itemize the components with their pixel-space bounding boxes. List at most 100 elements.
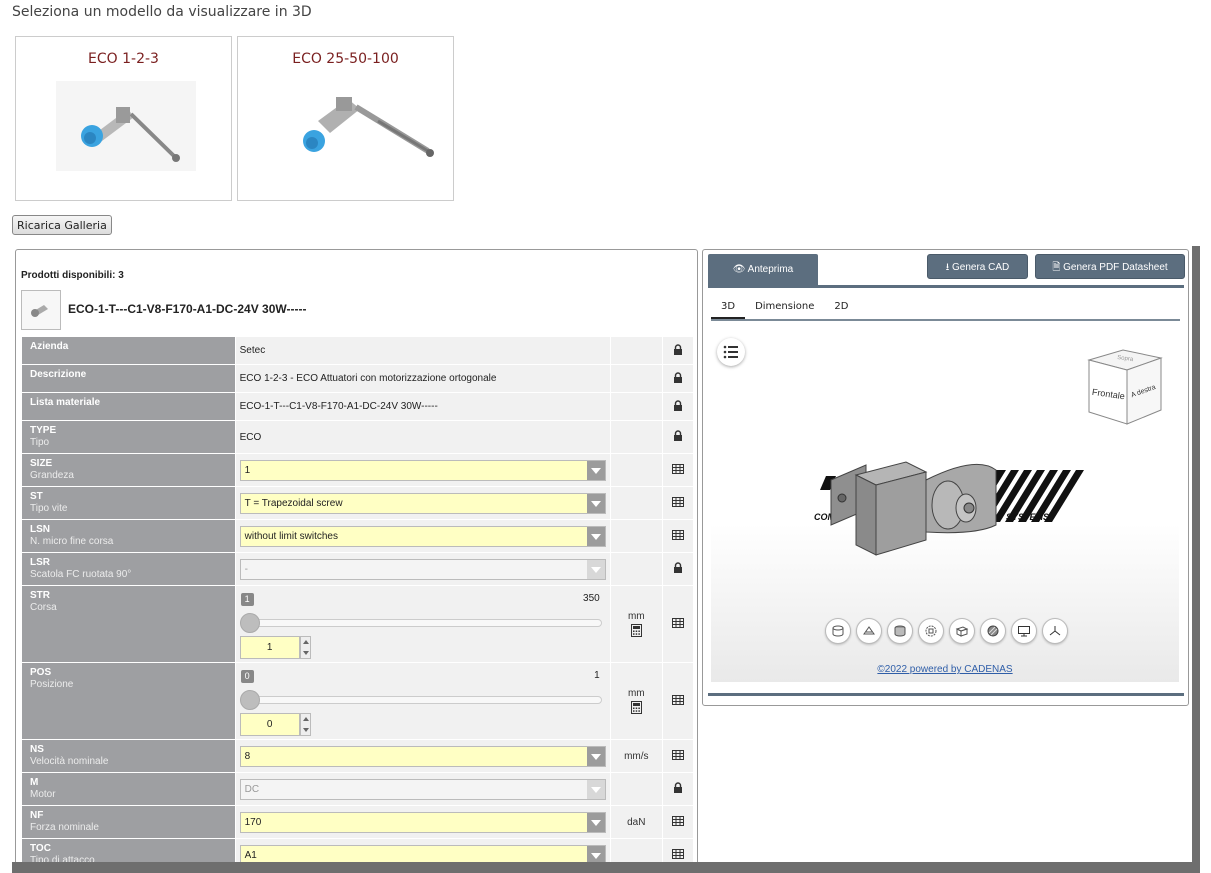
- prop-label: Descrizione: [22, 365, 235, 392]
- calculator-icon[interactable]: [630, 701, 642, 714]
- select-value: 170: [244, 816, 262, 828]
- rotated-box-select: -: [239, 558, 606, 580]
- position-spinner-buttons[interactable]: [299, 713, 311, 736]
- lock-icon: [662, 337, 693, 364]
- actuator-thumbnail: [56, 81, 196, 171]
- section-cut-icon[interactable]: [856, 618, 882, 644]
- chevron-down-icon[interactable]: [586, 812, 605, 832]
- prop-label: STR Corsa: [22, 586, 235, 662]
- prop-label: Azienda: [22, 337, 235, 364]
- chevron-down-icon[interactable]: [586, 460, 605, 480]
- wireframe-icon[interactable]: [949, 618, 975, 644]
- prop-name: Descrizione: [30, 369, 87, 380]
- table-icon[interactable]: [662, 663, 693, 739]
- subtab-dimensione[interactable]: Dimensione: [745, 301, 824, 320]
- prop-value: ECO 1-2-3 - ECO Attuatori con motorizzaz…: [235, 365, 610, 392]
- stroke-slider-track[interactable]: [245, 619, 602, 627]
- horizontal-scrollbar[interactable]: [12, 862, 1192, 873]
- generate-pdf-button[interactable]: 🗎 Genera PDF Datasheet: [1035, 254, 1185, 279]
- preview-panel: 👁 Anteprima ⭳ Genera CAD 🗎 Genera PDF Da…: [702, 249, 1189, 706]
- prop-label: POS Posizione: [22, 663, 235, 739]
- prop-subname: Motor: [30, 789, 56, 800]
- table-icon[interactable]: [662, 586, 693, 662]
- chevron-down-icon: [586, 779, 605, 799]
- prop-subname: Scatola FC ruotata 90°: [30, 569, 132, 580]
- gallery-card-eco-1-2-3[interactable]: ECO 1-2-3: [15, 36, 232, 201]
- generate-cad-button[interactable]: ⭳ Genera CAD: [927, 254, 1028, 279]
- 3d-viewer[interactable]: Sopra Frontale A destra COMP SYSTEMS ©20…: [711, 330, 1179, 682]
- chevron-down-icon[interactable]: [586, 526, 605, 546]
- prop-value-cell: T = Trapezoidal screw: [235, 487, 610, 519]
- lock-icon: [662, 393, 693, 420]
- cadenas-footer-link[interactable]: ©2022 powered by CADENAS: [711, 664, 1179, 675]
- subtab-3d[interactable]: 3D: [711, 301, 746, 320]
- prop-label: LSN N. micro fine corsa: [22, 520, 235, 552]
- force-select[interactable]: 170: [239, 811, 606, 833]
- panel-bottom-divider: [708, 693, 1184, 696]
- prop-subname: Tipo vite: [30, 503, 68, 514]
- monitor-icon[interactable]: [1011, 618, 1037, 644]
- table-icon[interactable]: [662, 487, 693, 519]
- download-icon: ⭳: [945, 262, 950, 273]
- view-subtabs: 3D Dimensione 2D: [711, 301, 858, 320]
- tab-preview-label: Anteprima: [747, 264, 794, 275]
- subtab-2d[interactable]: 2D: [824, 301, 858, 320]
- chevron-down-icon: [586, 559, 605, 579]
- position-slider-handle[interactable]: [239, 690, 260, 710]
- product-config-panel: Prodotti disponibili: 3 ECO-1-T---C1-V8-…: [15, 249, 698, 873]
- prop-subname: Posizione: [30, 679, 74, 690]
- rotate-icon[interactable]: [918, 618, 944, 644]
- stroke-input[interactable]: 1: [239, 636, 300, 659]
- prop-value-cell: -: [235, 553, 610, 585]
- table-icon[interactable]: [662, 520, 693, 552]
- lock-icon: [662, 553, 693, 585]
- chevron-down-icon[interactable]: [586, 746, 605, 766]
- select-value: 8: [244, 750, 251, 762]
- prop-value-cell: 1: [235, 454, 610, 486]
- size-select[interactable]: 1: [239, 459, 606, 481]
- chevron-down-icon[interactable]: [586, 493, 605, 513]
- prop-name: ST: [30, 491, 43, 502]
- prop-value-cell: 0 1 0: [235, 663, 610, 739]
- prop-unit: [610, 520, 662, 552]
- page-heading: Seleziona un modello da visualizzare in …: [12, 4, 312, 20]
- position-input[interactable]: 0: [239, 713, 300, 736]
- generate-cad-label: Genera CAD: [952, 262, 1010, 273]
- list-menu-button[interactable]: [717, 338, 745, 366]
- table-icon[interactable]: [662, 740, 693, 772]
- prop-name: Lista materiale: [30, 397, 101, 408]
- prop-value-cell: 1 350 1: [235, 586, 610, 662]
- prop-subname: Forza nominale: [30, 822, 99, 833]
- stroke-spinner-buttons[interactable]: [299, 636, 311, 659]
- prop-unit: [610, 393, 662, 420]
- view-cube[interactable]: Sopra Frontale A destra: [1083, 346, 1167, 426]
- prop-name: LSR: [30, 557, 50, 568]
- prop-subname: Grandeza: [30, 470, 74, 481]
- vertical-scrollbar[interactable]: [1192, 246, 1200, 873]
- prop-label: NS Velocità nominale: [22, 740, 235, 772]
- prop-label: SIZE Grandeza: [22, 454, 235, 486]
- screw-type-select[interactable]: T = Trapezoidal screw: [239, 492, 606, 514]
- reload-gallery-button[interactable]: Ricarica Galleria: [12, 215, 112, 235]
- position-slider-track[interactable]: [245, 696, 602, 704]
- prop-value-cell: 170: [235, 806, 610, 838]
- lock-icon: [662, 365, 693, 392]
- slider-min: 0: [240, 670, 254, 683]
- lock-icon: [662, 773, 693, 805]
- calculator-icon[interactable]: [630, 624, 642, 637]
- hatched-view-icon[interactable]: [980, 618, 1006, 644]
- speed-select[interactable]: 8: [239, 745, 606, 767]
- stroke-slider-handle[interactable]: [239, 613, 260, 633]
- shaded-view-icon[interactable]: [887, 618, 913, 644]
- table-icon[interactable]: [662, 806, 693, 838]
- table-row: Azienda Setec: [22, 337, 693, 364]
- generate-pdf-label: Genera PDF Datasheet: [1063, 262, 1168, 273]
- layers-icon[interactable]: [825, 618, 851, 644]
- gallery-card-eco-25-50-100[interactable]: ECO 25-50-100: [237, 36, 454, 201]
- limit-switch-select[interactable]: without limit switches: [239, 525, 606, 547]
- table-icon[interactable]: [662, 454, 693, 486]
- table-row: TYPE Tipo ECO: [22, 421, 693, 453]
- axes-icon[interactable]: [1042, 618, 1068, 644]
- tab-preview[interactable]: 👁 Anteprima: [708, 254, 818, 285]
- logo-right-text: SYSTEMS: [1006, 512, 1049, 522]
